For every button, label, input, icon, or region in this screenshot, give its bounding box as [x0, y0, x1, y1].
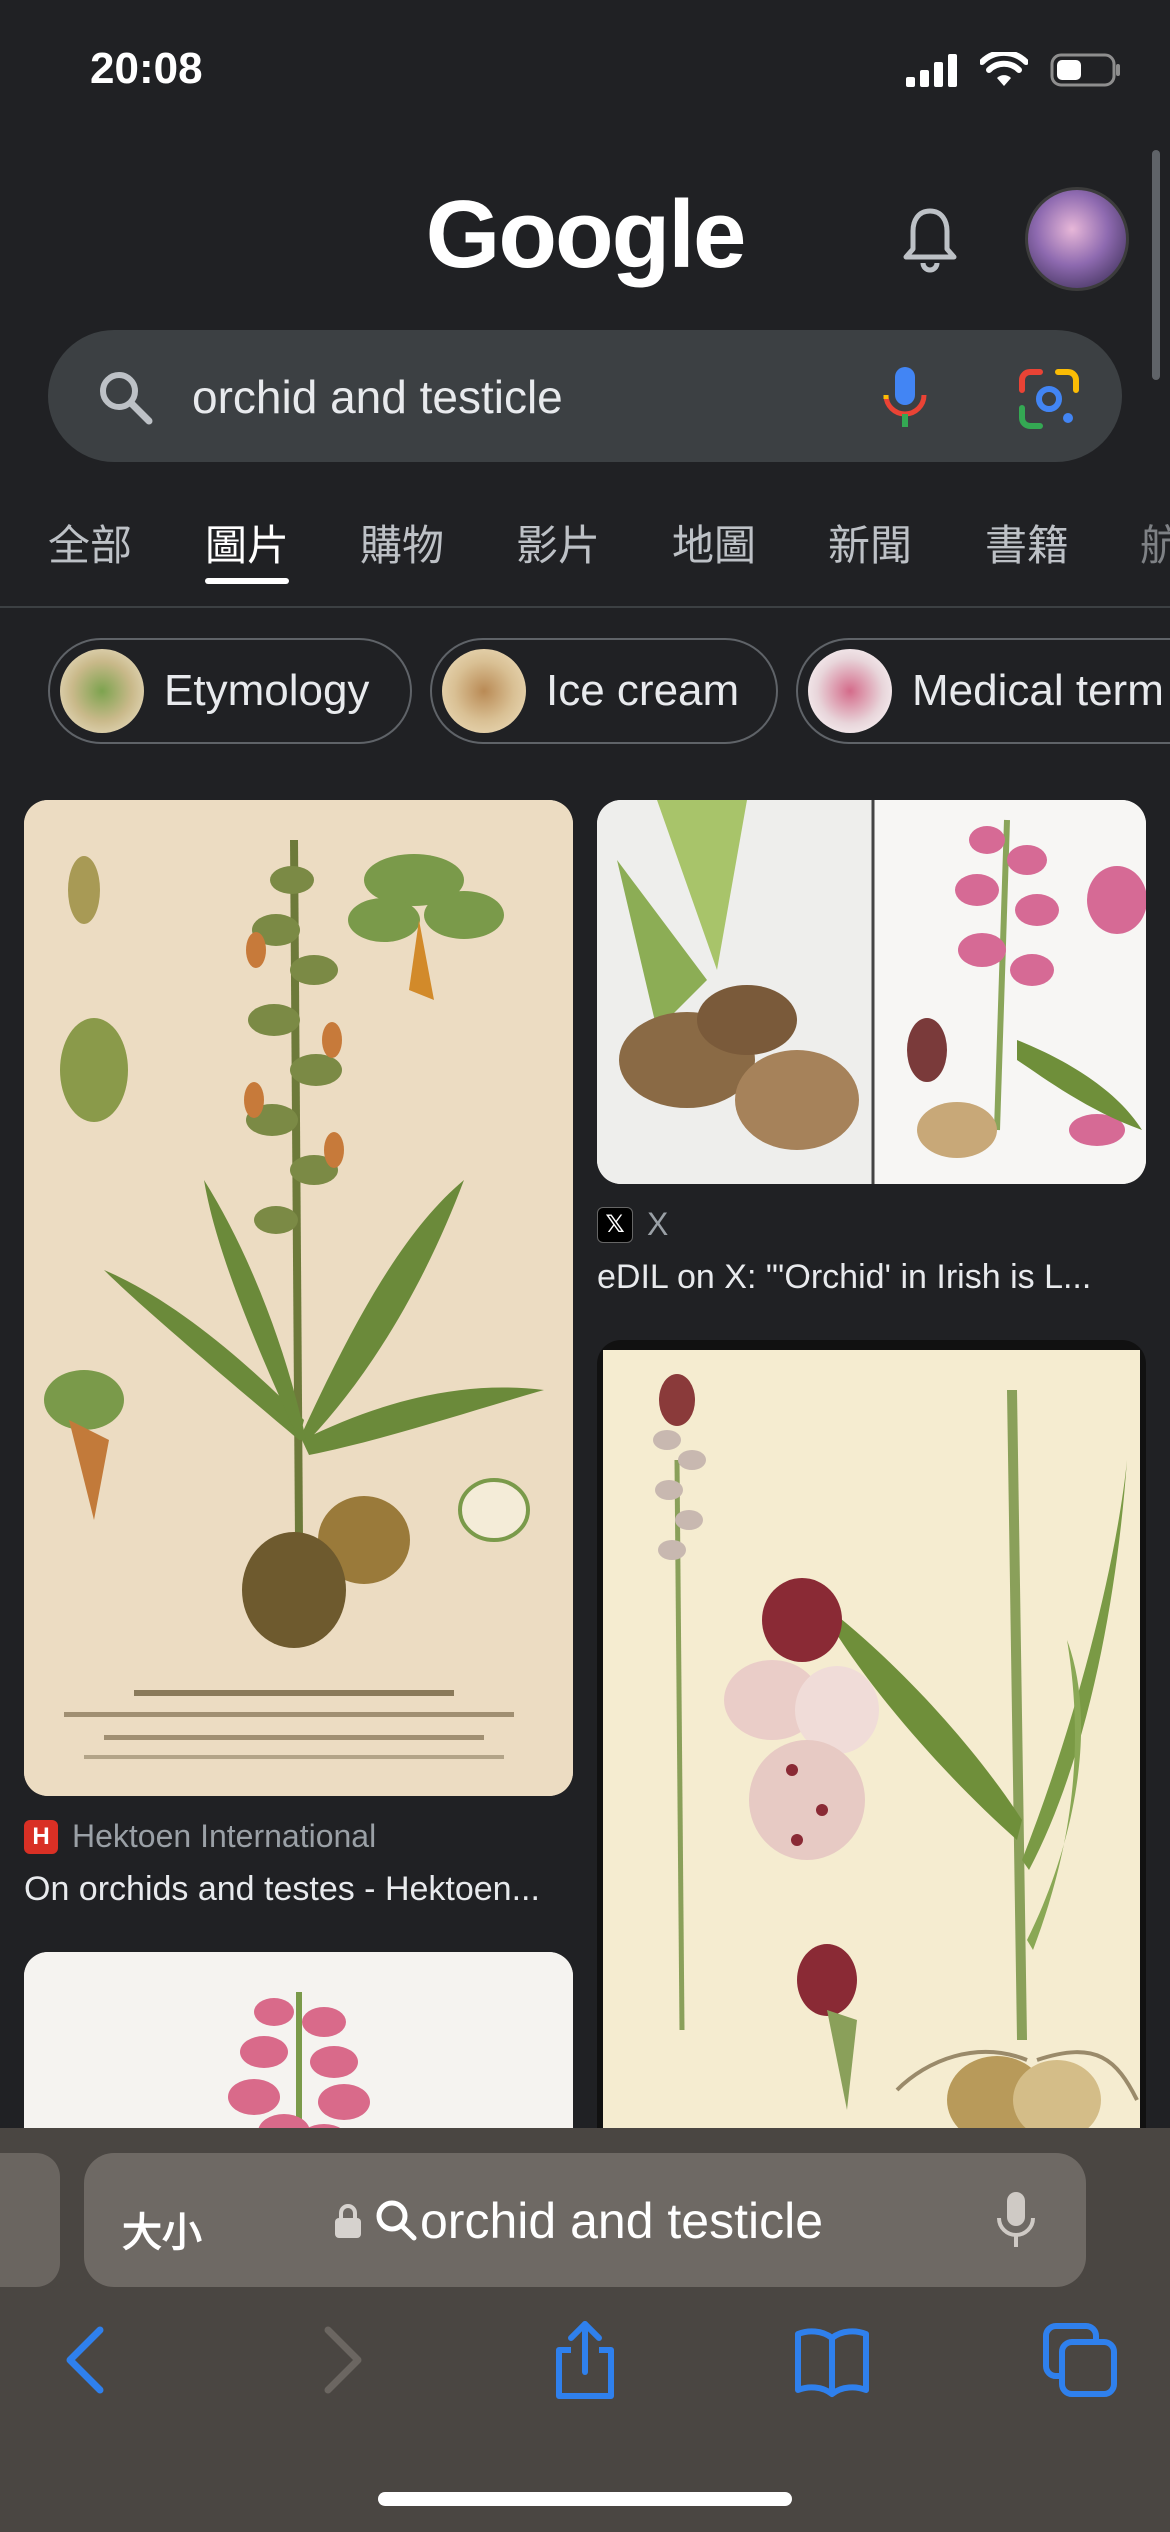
hektoen-logo-icon: H [24, 1819, 58, 1854]
chip-label: Ice cream [546, 666, 740, 715]
tab-flights[interactable]: 航 [1140, 512, 1170, 573]
search-input[interactable]: orchid and testicle [192, 370, 563, 424]
pink-orchid-illustration [24, 1952, 573, 2152]
page-scrollbar[interactable] [1152, 150, 1160, 380]
result-source-hektoen[interactable]: H Hektoen International [24, 1818, 376, 1855]
address-bar-text[interactable]: orchid and testicle [420, 2192, 823, 2250]
orchid-illustration [24, 800, 573, 1796]
bookmarks-icon[interactable] [792, 2320, 872, 2400]
status-icons [906, 52, 1122, 88]
back-icon[interactable] [48, 2320, 128, 2400]
battery-icon [1050, 53, 1120, 87]
result-image-pink-orchid[interactable] [24, 1952, 573, 2152]
text-size-button[interactable]: 大小 [122, 2200, 202, 2258]
share-icon[interactable] [545, 2320, 625, 2400]
search-icon [100, 372, 153, 425]
tab-shopping[interactable]: 購物 [360, 512, 444, 573]
search-tabs: 全部 圖片 購物 影片 地圖 新聞 書籍 航 [0, 512, 1170, 592]
tabs-divider [0, 606, 1170, 608]
tuber-orchid-illustration [597, 800, 1146, 1184]
tab-all[interactable]: 全部 [48, 512, 132, 573]
source-name: X [647, 1206, 669, 1242]
result-image-orchis-plate[interactable] [597, 1340, 1146, 2152]
chip-etymology[interactable]: Etymology [48, 638, 412, 744]
account-avatar[interactable] [1025, 187, 1129, 291]
notification-bell-icon[interactable] [900, 205, 960, 275]
tab-maps[interactable]: 地圖 [672, 512, 756, 573]
chip-thumbnail [442, 649, 526, 733]
lock-icon [335, 2204, 361, 2238]
result-title-edil[interactable]: eDIL on X: "'Orchid' in Irish is L... [597, 1258, 1146, 1297]
tabs-icon[interactable] [1040, 2320, 1120, 2400]
tab-books[interactable]: 書籍 [985, 512, 1069, 573]
chip-thumbnail [60, 649, 144, 733]
url-search-icon [376, 2200, 417, 2241]
status-time: 20:08 [90, 44, 203, 93]
voice-search-icon[interactable] [880, 365, 930, 431]
google-lens-icon[interactable] [1018, 368, 1080, 430]
source-name: Hektoen International [72, 1818, 377, 1854]
result-image-edil[interactable] [597, 800, 1146, 1184]
result-image-hektoen[interactable] [24, 800, 573, 1796]
previous-tab-preview[interactable] [0, 2153, 60, 2287]
result-title-hektoen[interactable]: On orchids and testes - Hektoen... [24, 1870, 573, 1909]
wifi-icon [980, 52, 1028, 86]
orchis-plate-illustration [603, 1350, 1140, 2152]
chip-label: Medical term [912, 666, 1164, 715]
forward-icon[interactable] [300, 2320, 380, 2400]
google-logo[interactable]: Google [0, 180, 1170, 290]
active-tab-indicator [205, 578, 289, 584]
chip-medical-term[interactable]: Medical term [796, 638, 1170, 744]
chip-label: Etymology [164, 666, 370, 715]
result-source-x[interactable]: 𝕏 X [597, 1206, 668, 1243]
home-indicator[interactable] [378, 2492, 792, 2506]
tab-images[interactable]: 圖片 [205, 512, 289, 573]
cellular-signal-icon [906, 54, 957, 87]
tab-videos[interactable]: 影片 [516, 512, 600, 573]
microphone-icon[interactable] [996, 2190, 1036, 2250]
x-logo-icon: 𝕏 [597, 1206, 633, 1243]
tab-news[interactable]: 新聞 [828, 512, 912, 573]
chip-ice-cream[interactable]: Ice cream [430, 638, 778, 744]
chip-thumbnail [808, 649, 892, 733]
